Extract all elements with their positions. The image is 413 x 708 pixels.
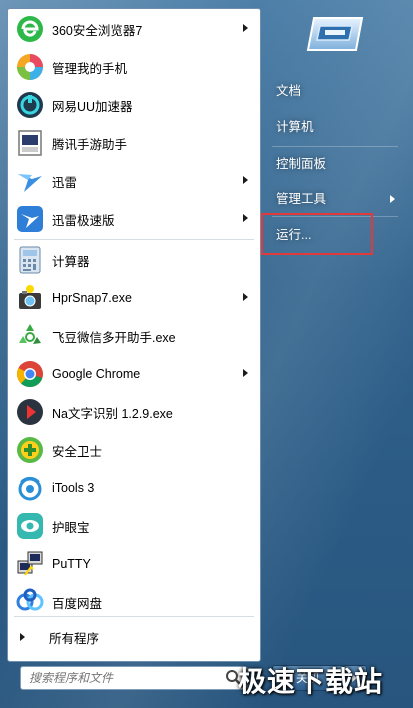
program-label: Na文字识别 1.2.9.exe: [52, 406, 173, 421]
chrome-icon: [14, 358, 46, 390]
hprsnap-icon: [14, 282, 46, 314]
search-input[interactable]: [21, 668, 225, 688]
xunlei-icon: [14, 165, 46, 197]
user-picture-icon[interactable]: [306, 14, 366, 54]
program-item-9[interactable]: Google Chrome: [8, 356, 260, 392]
chevron-right-icon[interactable]: [243, 176, 248, 184]
separator: [14, 239, 254, 240]
xunlei-speed-icon: [14, 203, 46, 235]
program-item-1[interactable]: 管理我的手机: [8, 49, 260, 85]
program-label: 360安全浏览器7: [52, 23, 143, 38]
chevron-right-icon: [390, 195, 395, 203]
program-label: 腾讯手游助手: [52, 137, 128, 152]
program-label: iTools 3: [52, 481, 95, 495]
program-label: 管理我的手机: [52, 61, 128, 76]
program-label: HprSnap7.exe: [52, 291, 132, 305]
all-programs-label: 所有程序: [49, 631, 100, 646]
program-item-5[interactable]: 迅雷极速版: [8, 201, 260, 237]
baidu-netdisk-icon: [14, 586, 46, 618]
putty-icon: [14, 548, 46, 580]
program-label: 网易UU加速器: [52, 99, 133, 114]
program-label: 迅雷极速版: [52, 213, 115, 228]
run-highlight-box: [261, 213, 373, 255]
watermark: 极速下载站: [238, 665, 384, 698]
calculator-icon: [14, 244, 46, 276]
separator: [272, 146, 398, 147]
program-item-12[interactable]: iTools 3: [8, 470, 260, 506]
program-item-13[interactable]: 护眼宝: [8, 508, 260, 544]
program-item-7[interactable]: HprSnap7.exe: [8, 280, 260, 316]
feidou-wechat-icon: [14, 320, 46, 352]
documents-link[interactable]: 文档: [270, 78, 406, 104]
chevron-right-icon[interactable]: [243, 24, 248, 32]
program-label: 安全卫士: [52, 444, 103, 459]
search-box[interactable]: [20, 666, 248, 690]
admin-tools-link[interactable]: 管理工具: [270, 186, 406, 212]
program-item-11[interactable]: 安全卫士: [8, 432, 260, 468]
program-label: 迅雷: [52, 175, 78, 190]
security-guard-icon: [14, 434, 46, 466]
eye-care-icon: [14, 510, 46, 542]
itools-icon: [14, 472, 46, 504]
program-label: 计算器: [52, 254, 90, 269]
program-label: 百度网盘: [52, 596, 103, 611]
program-label: 护眼宝: [52, 520, 90, 535]
program-item-8[interactable]: 飞豆微信多开助手.exe: [8, 318, 260, 354]
all-programs-button[interactable]: 所有程序: [8, 621, 260, 653]
chevron-right-icon: [20, 633, 25, 641]
phone-manager-icon: [14, 51, 46, 83]
chevron-right-icon[interactable]: [243, 369, 248, 377]
uu-accelerator-icon: [14, 89, 46, 121]
chevron-right-icon[interactable]: [243, 214, 248, 222]
program-item-2[interactable]: 网易UU加速器: [8, 87, 260, 123]
program-item-6[interactable]: 计算器: [8, 242, 260, 278]
program-item-15[interactable]: 百度网盘: [8, 584, 260, 620]
computer-link[interactable]: 计算机: [270, 114, 406, 140]
program-label: 飞豆微信多开助手.exe: [52, 330, 176, 345]
program-item-14[interactable]: PuTTY: [8, 546, 260, 582]
program-list-pane: 360安全浏览器7 管理我的手机 网易UU加速器 腾讯手游助手 迅雷迅雷极速版计算器 Hp…: [7, 8, 261, 662]
program-label: PuTTY: [52, 557, 91, 571]
control-panel-link[interactable]: 控制面板: [270, 151, 406, 177]
program-item-4[interactable]: 迅雷: [8, 163, 260, 199]
separator: [14, 616, 254, 617]
na-ocr-icon: [14, 396, 46, 428]
360-browser-icon: [14, 13, 46, 45]
program-label: Google Chrome: [52, 367, 141, 381]
program-item-0[interactable]: 360安全浏览器7: [8, 11, 260, 47]
program-item-10[interactable]: Na文字识别 1.2.9.exe: [8, 394, 260, 430]
program-item-3[interactable]: 腾讯手游助手: [8, 125, 260, 161]
chevron-right-icon[interactable]: [243, 293, 248, 301]
tencent-game-assistant-icon: [14, 127, 46, 159]
